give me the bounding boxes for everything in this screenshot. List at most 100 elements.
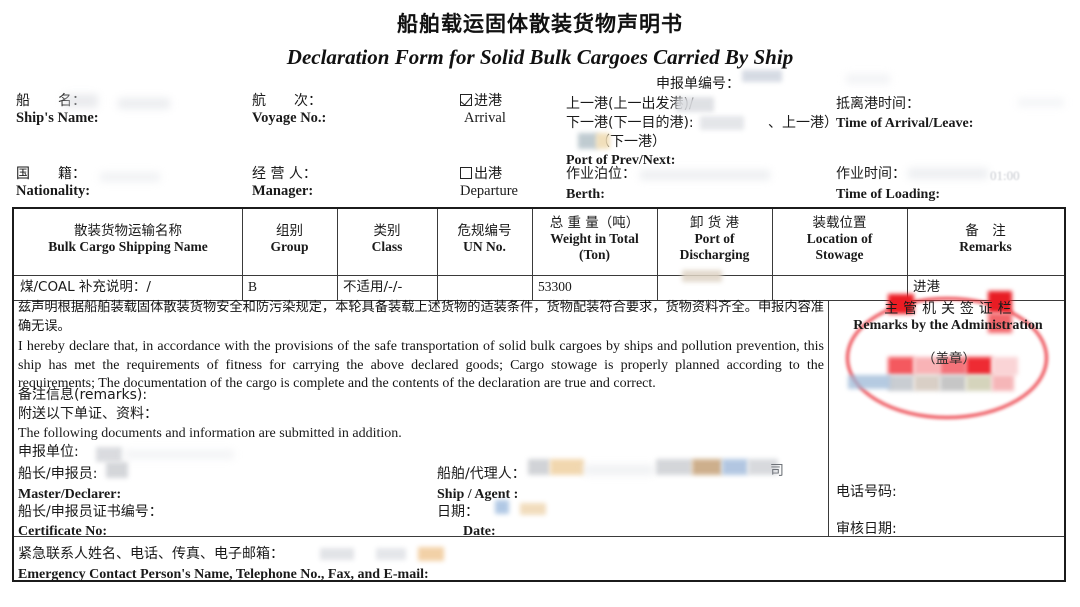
declaration-body: 兹声明根据船舶装载固体散装货物安全和防污染规定，本轮具备装载上述货物的适装条件，… [18, 298, 824, 394]
emergency-label-en: Emergency Contact Person's Name, Telepho… [18, 566, 429, 583]
certificate-label-en: Certificate No: [18, 523, 107, 540]
field-voyage-no: 航 次： Voyage No.: [252, 93, 326, 127]
date-label-en: Date: [463, 523, 496, 540]
remarks-label: 备注信息(remarks): [18, 387, 147, 404]
col-header-location-stowage-cn: 装载位置 [772, 215, 907, 231]
declaration-no-label: 申报单编号： [656, 76, 740, 93]
col-header-class-en: Class [337, 239, 437, 255]
emergency-label-cn: 紧急联系人姓名、电话、传真、电子邮箱： [18, 546, 284, 563]
col-header-class-cn: 类别 [337, 223, 437, 239]
departure-label-cn: 出港 [474, 166, 502, 182]
col-header-remarks: 备 注 Remarks [907, 223, 1064, 255]
col-header-port-discharging-cn: 卸 货 港 [657, 215, 772, 231]
departure-checkbox-icon[interactable] [460, 167, 472, 179]
declaration-text-en: I hereby declare that, in accordance wit… [18, 338, 824, 394]
seal-patch-12 [966, 375, 992, 391]
berth-label-en: Berth: [566, 186, 605, 203]
certificate-label-cn: 船长/申报员证书编号： [18, 504, 163, 521]
time-arrival-label-cn: 抵离港时间： [836, 96, 920, 113]
arrival-label-cn: 进港 [474, 93, 502, 109]
declarant-unit-label: 申报单位: [18, 444, 79, 461]
col-header-group-en: Group [242, 239, 337, 255]
next-port-redaction-2 [578, 133, 598, 149]
berth-redaction [640, 170, 770, 180]
arrival-checkbox-icon[interactable] [460, 94, 472, 106]
ship-name-label-cn: 船 名： [16, 93, 99, 110]
col-header-port-discharging-en2: Discharging [657, 247, 772, 263]
arrival-label-en: Arrival [460, 110, 506, 127]
declaration-text-cn: 兹声明根据船舶装载固体散装货物安全和防污染规定，本轮具备装载上述货物的适装条件，… [18, 298, 824, 336]
col-header-cargo-name-cn: 散装货物运输名称 [14, 223, 242, 239]
field-manager: 经 营 人： Manager: [252, 166, 317, 200]
master-label-en: Master/Declarer: [18, 486, 121, 503]
time-arrival-redaction [1018, 98, 1064, 107]
agent-label-cn: 船舶/代理人： [437, 466, 526, 483]
agent-label-en: Ship / Agent : [437, 486, 518, 503]
admin-phone-label: 电话号码: [836, 484, 897, 501]
seal-patch-13 [992, 375, 1014, 391]
main-table-frame: 散装货物运输名称 Bulk Cargo Shipping Name 组别 Gro… [12, 207, 1066, 582]
departure-label-en: Departure [460, 183, 518, 200]
attachments-label-en: The following documents and information … [18, 425, 402, 442]
time-loading-label-en: Time of Loading: [836, 186, 940, 203]
berth-label-cn: 作业泊位： [566, 166, 636, 183]
seal-patch-10 [914, 375, 940, 391]
cell-weight-total: 53300 [538, 279, 572, 295]
cell-cargo-name: 煤/COAL 补充说明：/ [20, 279, 151, 295]
manager-label-cn: 经 营 人： [252, 166, 317, 183]
nationality-redaction [100, 172, 160, 182]
cell-group: B [248, 279, 257, 295]
col-header-port-discharging-en: Port of [657, 231, 772, 247]
prev-port-label: 上一港(上一出发港)/ [566, 96, 694, 113]
col-header-location-stowage-en: Location of [772, 231, 907, 247]
col-header-weight-unit: (Ton) [532, 247, 657, 263]
col-header-location-stowage-en2: Stowage [772, 247, 907, 263]
ship-name-label-en: Ship's Name: [16, 110, 99, 127]
nationality-label-en: Nationality: [16, 183, 90, 200]
page-title-en: Declaration Form for Solid Bulk Cargoes … [0, 45, 1080, 70]
emergency-divider [14, 536, 1064, 537]
time-loading-label-cn: 作业时间： [836, 166, 906, 183]
prev-port-tag: 、上一港） [768, 115, 838, 132]
nationality-label-cn: 国 籍： [16, 166, 90, 183]
document-page: 船舶载运固体散装货物声明书 Declaration Form for Solid… [0, 0, 1080, 607]
checkbox-arrival[interactable]: 进港 Arrival [460, 93, 506, 127]
col-header-group-cn: 组别 [242, 223, 337, 239]
admin-panel-divider [828, 300, 829, 536]
col-header-un-no: 危规编号 UN No. [437, 223, 532, 255]
col-header-cargo-name: 散装货物运输名称 Bulk Cargo Shipping Name [14, 223, 242, 255]
attachments-label-cn: 附送以下单证、资料： [18, 406, 158, 423]
seal-stamp-text: （盖章） [838, 347, 1060, 367]
seal-patch-14 [848, 375, 890, 389]
admin-title-cn: 主管机关签证栏 [832, 298, 1064, 318]
time-loading-redaction [908, 168, 988, 179]
col-header-weight: 总 重 量（吨） Weight in Total (Ton) [532, 215, 657, 263]
time-loading-value: 01:00 [990, 168, 1020, 184]
voyage-label-en: Voyage No.: [252, 110, 326, 127]
admin-title-en: Remarks by the Administration [832, 318, 1064, 334]
next-port-redaction [700, 116, 744, 130]
date-label-cn: 日期： [437, 504, 479, 521]
page-title-cn: 船舶载运固体散装货物声明书 [0, 8, 1080, 38]
col-header-remarks-en: Remarks [907, 239, 1064, 255]
checkbox-departure[interactable]: 出港 Departure [460, 166, 518, 200]
next-port-label: 下一港(下一目的港): [566, 115, 694, 132]
col-header-weight-en: Weight in Total [532, 231, 657, 247]
col-header-class: 类别 Class [337, 223, 437, 255]
col-header-location-stowage: 装载位置 Location of Stowage [772, 215, 907, 263]
col-header-remarks-cn: 备 注 [907, 223, 1064, 239]
agent-value: 司 [770, 463, 784, 480]
col-header-port-discharging: 卸 货 港 Port of Discharging [657, 215, 772, 263]
col-header-cargo-name-en: Bulk Cargo Shipping Name [14, 239, 242, 255]
col-header-un-no-cn: 危规编号 [437, 223, 532, 239]
field-nationality: 国 籍： Nationality: [16, 166, 90, 200]
col-header-un-no-en: UN No. [437, 239, 532, 255]
voyage-label-cn: 航 次： [252, 93, 326, 110]
cell-class: 不适用/-/- [343, 279, 402, 295]
next-port-tag: （下一港） [596, 134, 666, 151]
port-discharging-redaction [682, 270, 722, 282]
master-label-cn: 船长/申报员: [18, 466, 97, 483]
ship-name-redaction-2 [118, 98, 170, 109]
col-header-weight-cn: 总 重 量（吨） [532, 215, 657, 231]
declaration-no-redaction [742, 70, 782, 82]
